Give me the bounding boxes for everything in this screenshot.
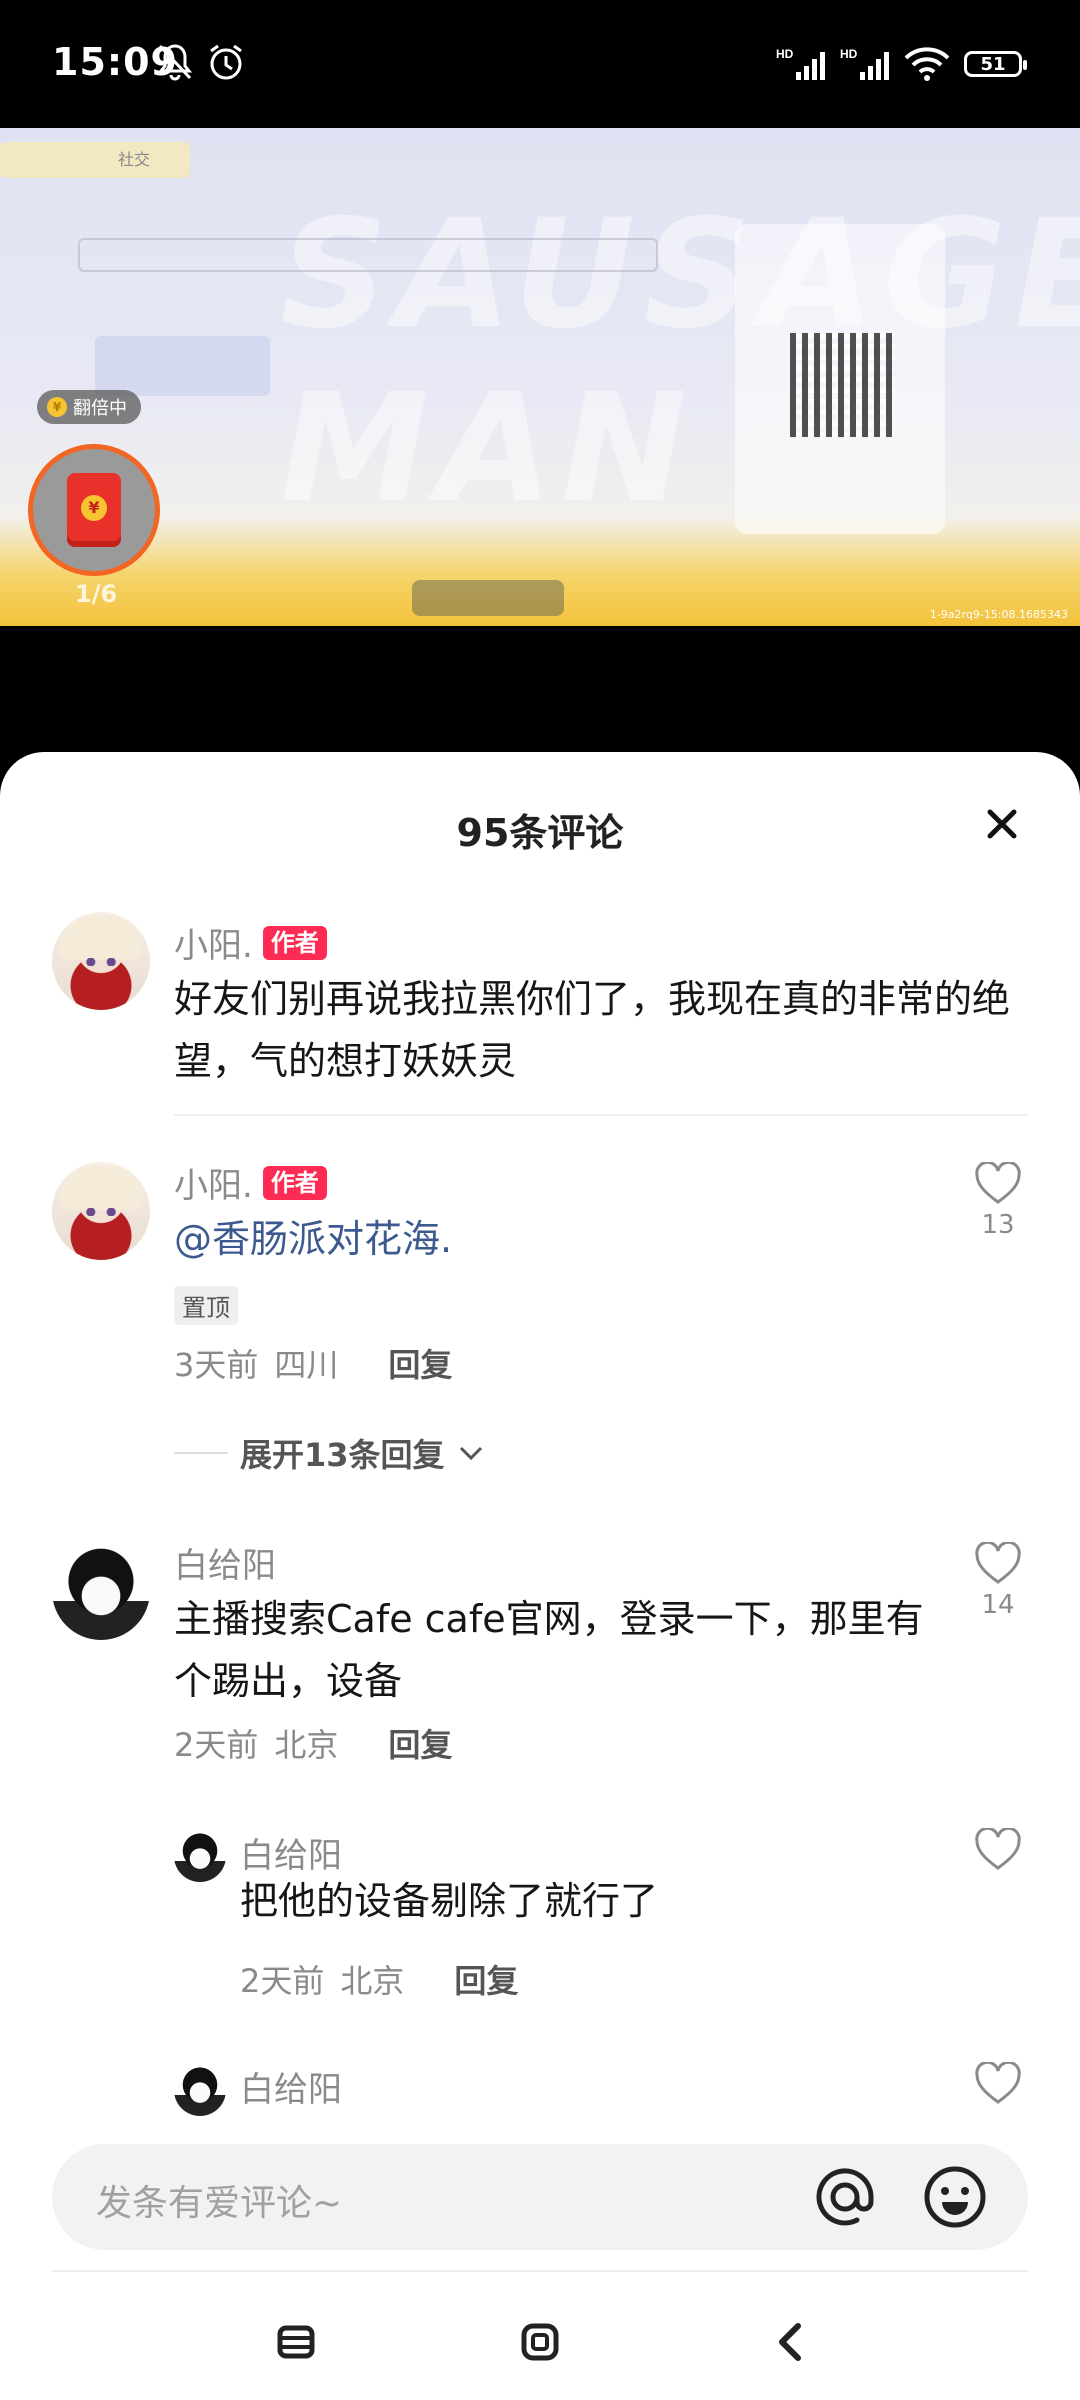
divider: [52, 2270, 1028, 2272]
qr-code-icon: [790, 333, 894, 437]
author-badge: 作者: [262, 1165, 327, 1200]
video-player[interactable]: 社交 SAUSAGE MAN 1-9a2rq9-15:08.1685343 ¥ …: [0, 128, 1080, 626]
reply-meta: 2天前 北京 回复: [240, 1956, 518, 2002]
comment-input-placeholder: 发条有爱评论~: [96, 2183, 343, 2224]
like-button[interactable]: 13: [968, 1162, 1028, 1240]
comment-meta: 2天前 北京 回复: [174, 1720, 452, 1766]
like-button[interactable]: [968, 2062, 1028, 2106]
comment-location: 四川: [274, 1346, 339, 1384]
divider: [174, 1114, 1028, 1116]
video-search-bar: [78, 238, 658, 272]
like-count: 14: [981, 1590, 1015, 1620]
close-icon[interactable]: [982, 804, 1022, 844]
comment-author[interactable]: 小阳. 作者: [174, 1158, 327, 1207]
chevron-down-icon: [459, 1446, 482, 1461]
svg-text:HD: HD: [840, 47, 858, 61]
at-mention-icon[interactable]: [812, 2164, 878, 2230]
like-count: 13: [981, 1210, 1015, 1240]
mention-link[interactable]: @香肠派对花海.: [174, 1208, 452, 1270]
comment-count-title: 95条评论: [456, 811, 624, 855]
coin-icon: ¥: [47, 397, 67, 417]
avatar[interactable]: [52, 1162, 150, 1260]
comment-location: 北京: [274, 1726, 339, 1764]
comment-text[interactable]: 好友们别再说我拉黑你们了，我现在真的非常的绝望，气的想打妖妖灵: [174, 968, 1034, 1092]
red-envelope-icon: ¥: [67, 473, 121, 547]
status-right: HD HD 51: [776, 46, 1027, 82]
heart-icon: [975, 2062, 1021, 2104]
svg-text:HD: HD: [776, 47, 794, 61]
expand-replies-button[interactable]: 展开13条回复: [174, 1430, 485, 1476]
video-id-text: 1-9a2rq9-15:08.1685343: [929, 608, 1068, 621]
heart-icon: [975, 1542, 1021, 1584]
battery-icon: 51: [964, 51, 1027, 77]
signal-hd-icon: HD: [840, 47, 889, 80]
video-top-bar: [0, 142, 190, 178]
video-tab-label: 社交: [118, 150, 151, 169]
reply-text[interactable]: 把他的设备剔除了就行了: [240, 1870, 658, 1932]
comment-text[interactable]: 主播搜索Cafe cafe官网，登录一下，那里有个踢出，设备: [174, 1588, 954, 1712]
comment-author[interactable]: 小阳. 作者: [174, 918, 327, 967]
avatar[interactable]: [174, 1830, 226, 1882]
reply-author[interactable]: 白给阳: [240, 2062, 342, 2111]
mute-bell-icon: [157, 44, 193, 81]
alarm-icon: [210, 44, 242, 80]
reply-button[interactable]: 回复: [388, 1720, 452, 1766]
author-badge: 作者: [262, 925, 327, 960]
heart-icon: [975, 1162, 1021, 1204]
red-packet-button[interactable]: ¥: [28, 444, 160, 576]
menu-icon[interactable]: [274, 2320, 318, 2364]
comment-time: 3天前: [174, 1346, 259, 1384]
avatar[interactable]: [174, 2064, 226, 2116]
comment-time: 2天前: [174, 1726, 259, 1764]
red-packet-badge[interactable]: ¥ 翻倍中: [37, 390, 141, 424]
signal-hd-icon: HD: [776, 47, 825, 80]
reply-button[interactable]: 回复: [454, 1956, 518, 2002]
like-button[interactable]: [968, 1828, 1028, 1872]
comment-author[interactable]: 白给阳: [174, 1538, 276, 1587]
reply-button[interactable]: 回复: [388, 1340, 452, 1386]
video-button: [412, 580, 564, 616]
home-icon[interactable]: [518, 2320, 562, 2364]
comment-meta: 3天前 四川 回复: [174, 1340, 452, 1386]
navigation-bar: [0, 2280, 1080, 2400]
comment-input[interactable]: 发条有爱评论~: [52, 2144, 1028, 2250]
pinned-badge: 置顶: [174, 1286, 238, 1325]
avatar[interactable]: [52, 1542, 150, 1640]
reply-time: 2天前: [240, 1962, 325, 2000]
like-button[interactable]: 14: [968, 1542, 1028, 1620]
back-icon[interactable]: [768, 2320, 812, 2364]
page-indicator: 1/6: [75, 580, 118, 608]
red-packet-badge-label: 翻倍中: [73, 398, 127, 419]
expand-replies-label: 展开13条回复: [240, 1436, 445, 1474]
emoji-icon[interactable]: [922, 2164, 988, 2230]
reply-location: 北京: [340, 1962, 405, 2000]
divider: [174, 1452, 228, 1454]
avatar[interactable]: [52, 912, 150, 1010]
status-bar: 15:09 HD HD 51: [0, 0, 1080, 128]
heart-icon: [975, 1828, 1021, 1870]
wifi-icon: [904, 47, 950, 81]
video-search-result: [95, 336, 270, 396]
